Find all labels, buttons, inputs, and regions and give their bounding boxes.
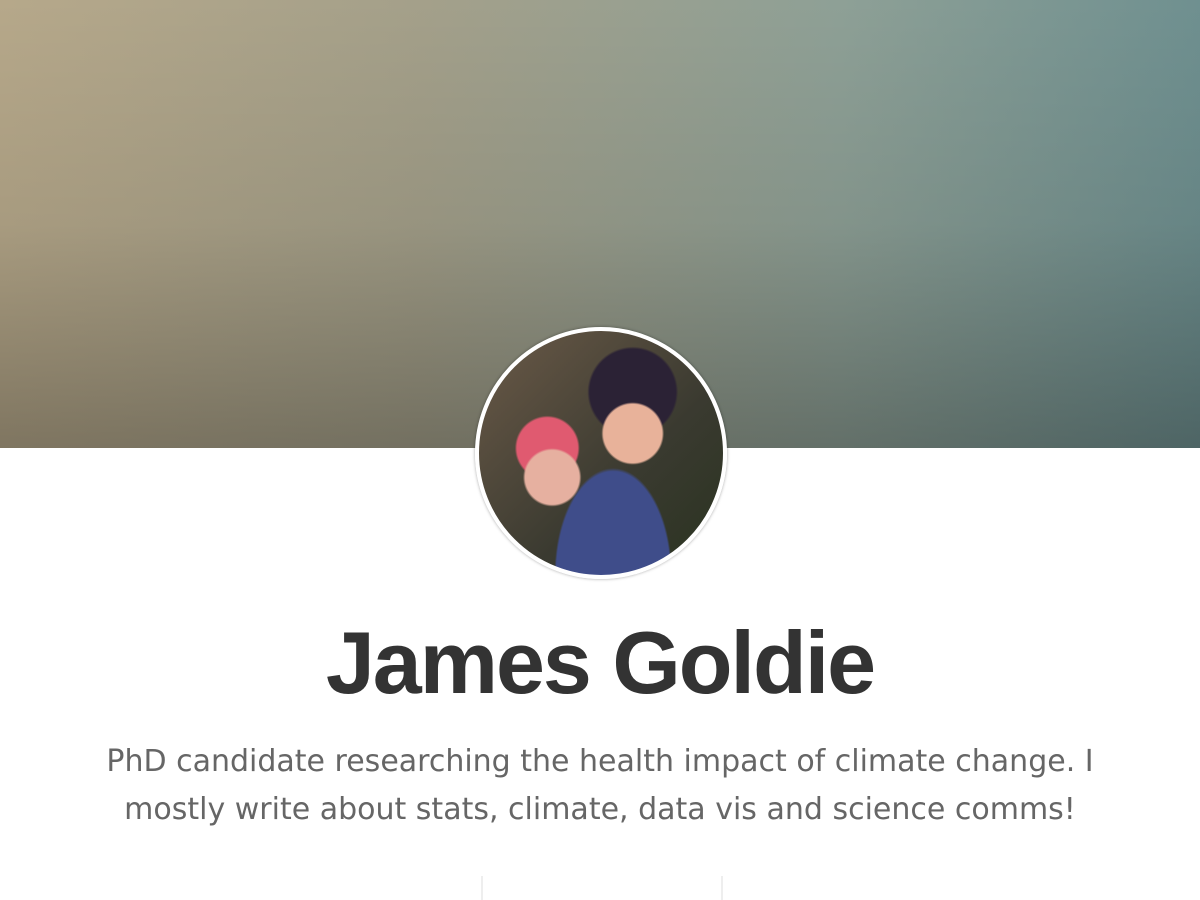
profile-avatar[interactable] xyxy=(475,327,727,579)
stats-divider xyxy=(481,876,483,900)
profile-name: James Goldie xyxy=(325,613,876,712)
stats-divider xyxy=(721,876,723,900)
profile-bio: PhD candidate researching the health imp… xyxy=(106,744,1094,827)
